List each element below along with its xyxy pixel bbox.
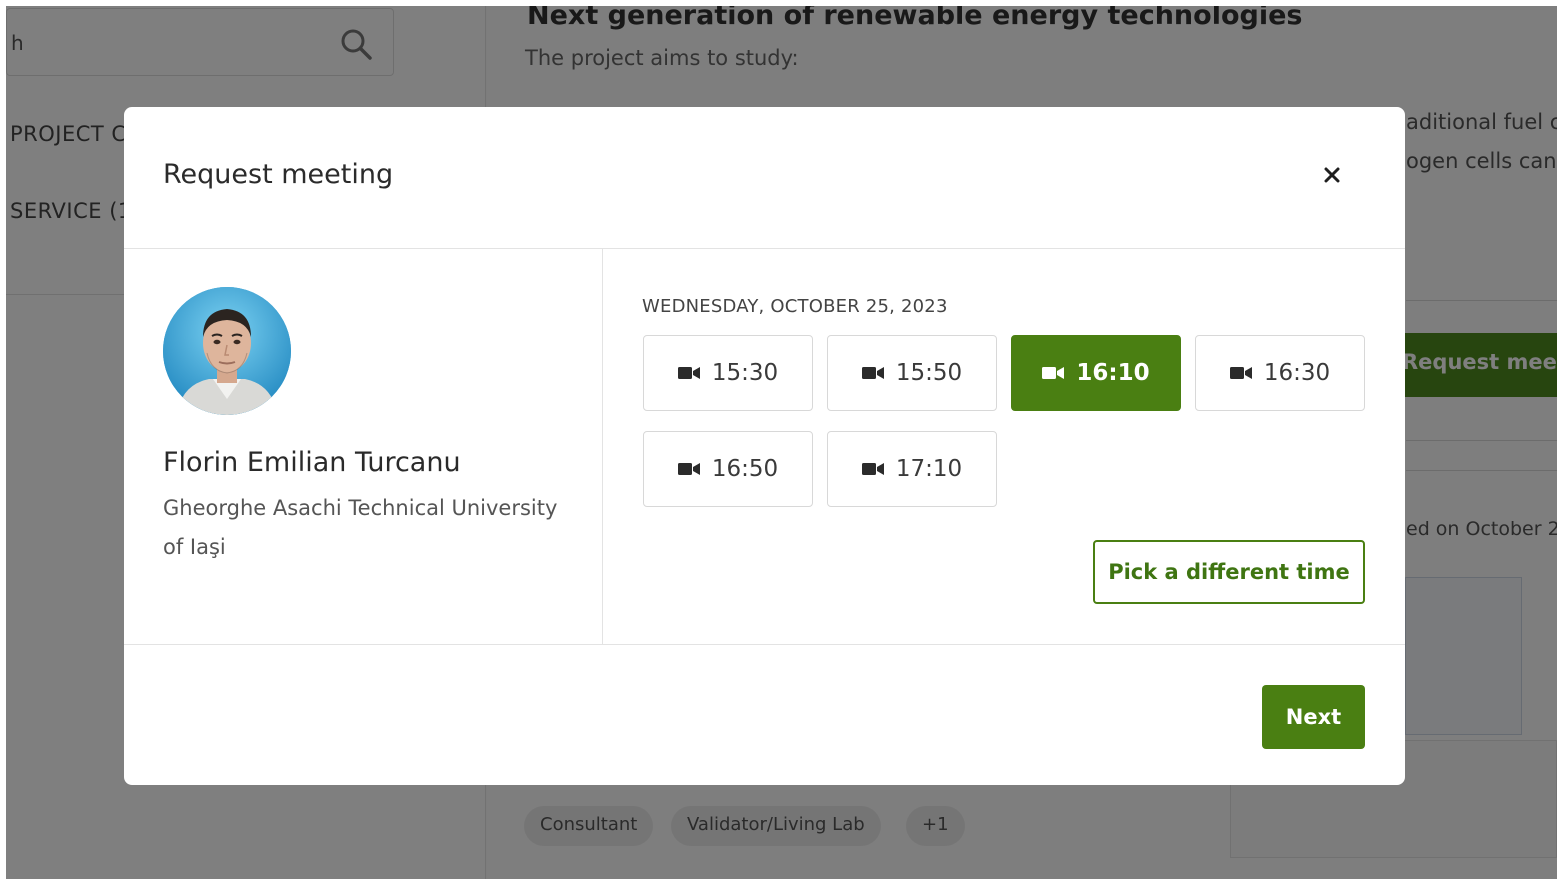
video-camera-icon: [861, 367, 884, 379]
person-panel: Florin Emilian Turcanu Gheorghe Asachi T…: [124, 249, 603, 644]
video-camera-icon: [861, 463, 884, 475]
time-selection-panel: WEDNESDAY, OCTOBER 25, 2023 15:30 15:50: [604, 249, 1405, 644]
modal-header: Request meeting: [124, 107, 1405, 249]
video-camera-icon: [1229, 367, 1252, 379]
time-slot-1630[interactable]: 16:30: [1195, 335, 1365, 411]
time-slot-label: 17:10: [895, 456, 963, 482]
time-slot-1530[interactable]: 15:30: [643, 335, 813, 411]
date-label: WEDNESDAY, OCTOBER 25, 2023: [642, 296, 948, 317]
close-icon: [1324, 167, 1340, 183]
request-meeting-modal: Request meeting Florin Emilian Turcanu G…: [124, 107, 1405, 785]
screen-edge: [0, 0, 6, 879]
next-button[interactable]: Next: [1262, 685, 1365, 749]
modal-footer: Next: [124, 644, 1405, 785]
video-camera-icon: [677, 367, 700, 379]
modal-title: Request meeting: [163, 159, 394, 190]
pick-different-time-button[interactable]: Pick a different time: [1093, 540, 1365, 604]
avatar-photo: [163, 287, 291, 415]
screen-edge: [0, 0, 1557, 6]
time-slot-label: 16:10: [1076, 360, 1150, 386]
video-camera-icon: [677, 463, 700, 475]
time-slot-label: 16:50: [711, 456, 779, 482]
person-organization: Gheorghe Asachi Technical University of …: [163, 496, 558, 559]
video-camera-icon: [1042, 367, 1065, 379]
modal-body: Florin Emilian Turcanu Gheorghe Asachi T…: [124, 249, 1405, 644]
time-slot-label: 16:30: [1263, 360, 1331, 386]
time-slot-1650[interactable]: 16:50: [643, 431, 813, 507]
time-slot-1710[interactable]: 17:10: [827, 431, 997, 507]
avatar: [163, 287, 291, 415]
person-name: Florin Emilian Turcanu: [163, 447, 461, 478]
close-button[interactable]: [1316, 159, 1348, 191]
time-slot-1550[interactable]: 15:50: [827, 335, 997, 411]
time-slot-label: 15:50: [895, 360, 963, 386]
time-slot-1610[interactable]: 16:10: [1011, 335, 1181, 411]
time-slot-label: 15:30: [711, 360, 779, 386]
